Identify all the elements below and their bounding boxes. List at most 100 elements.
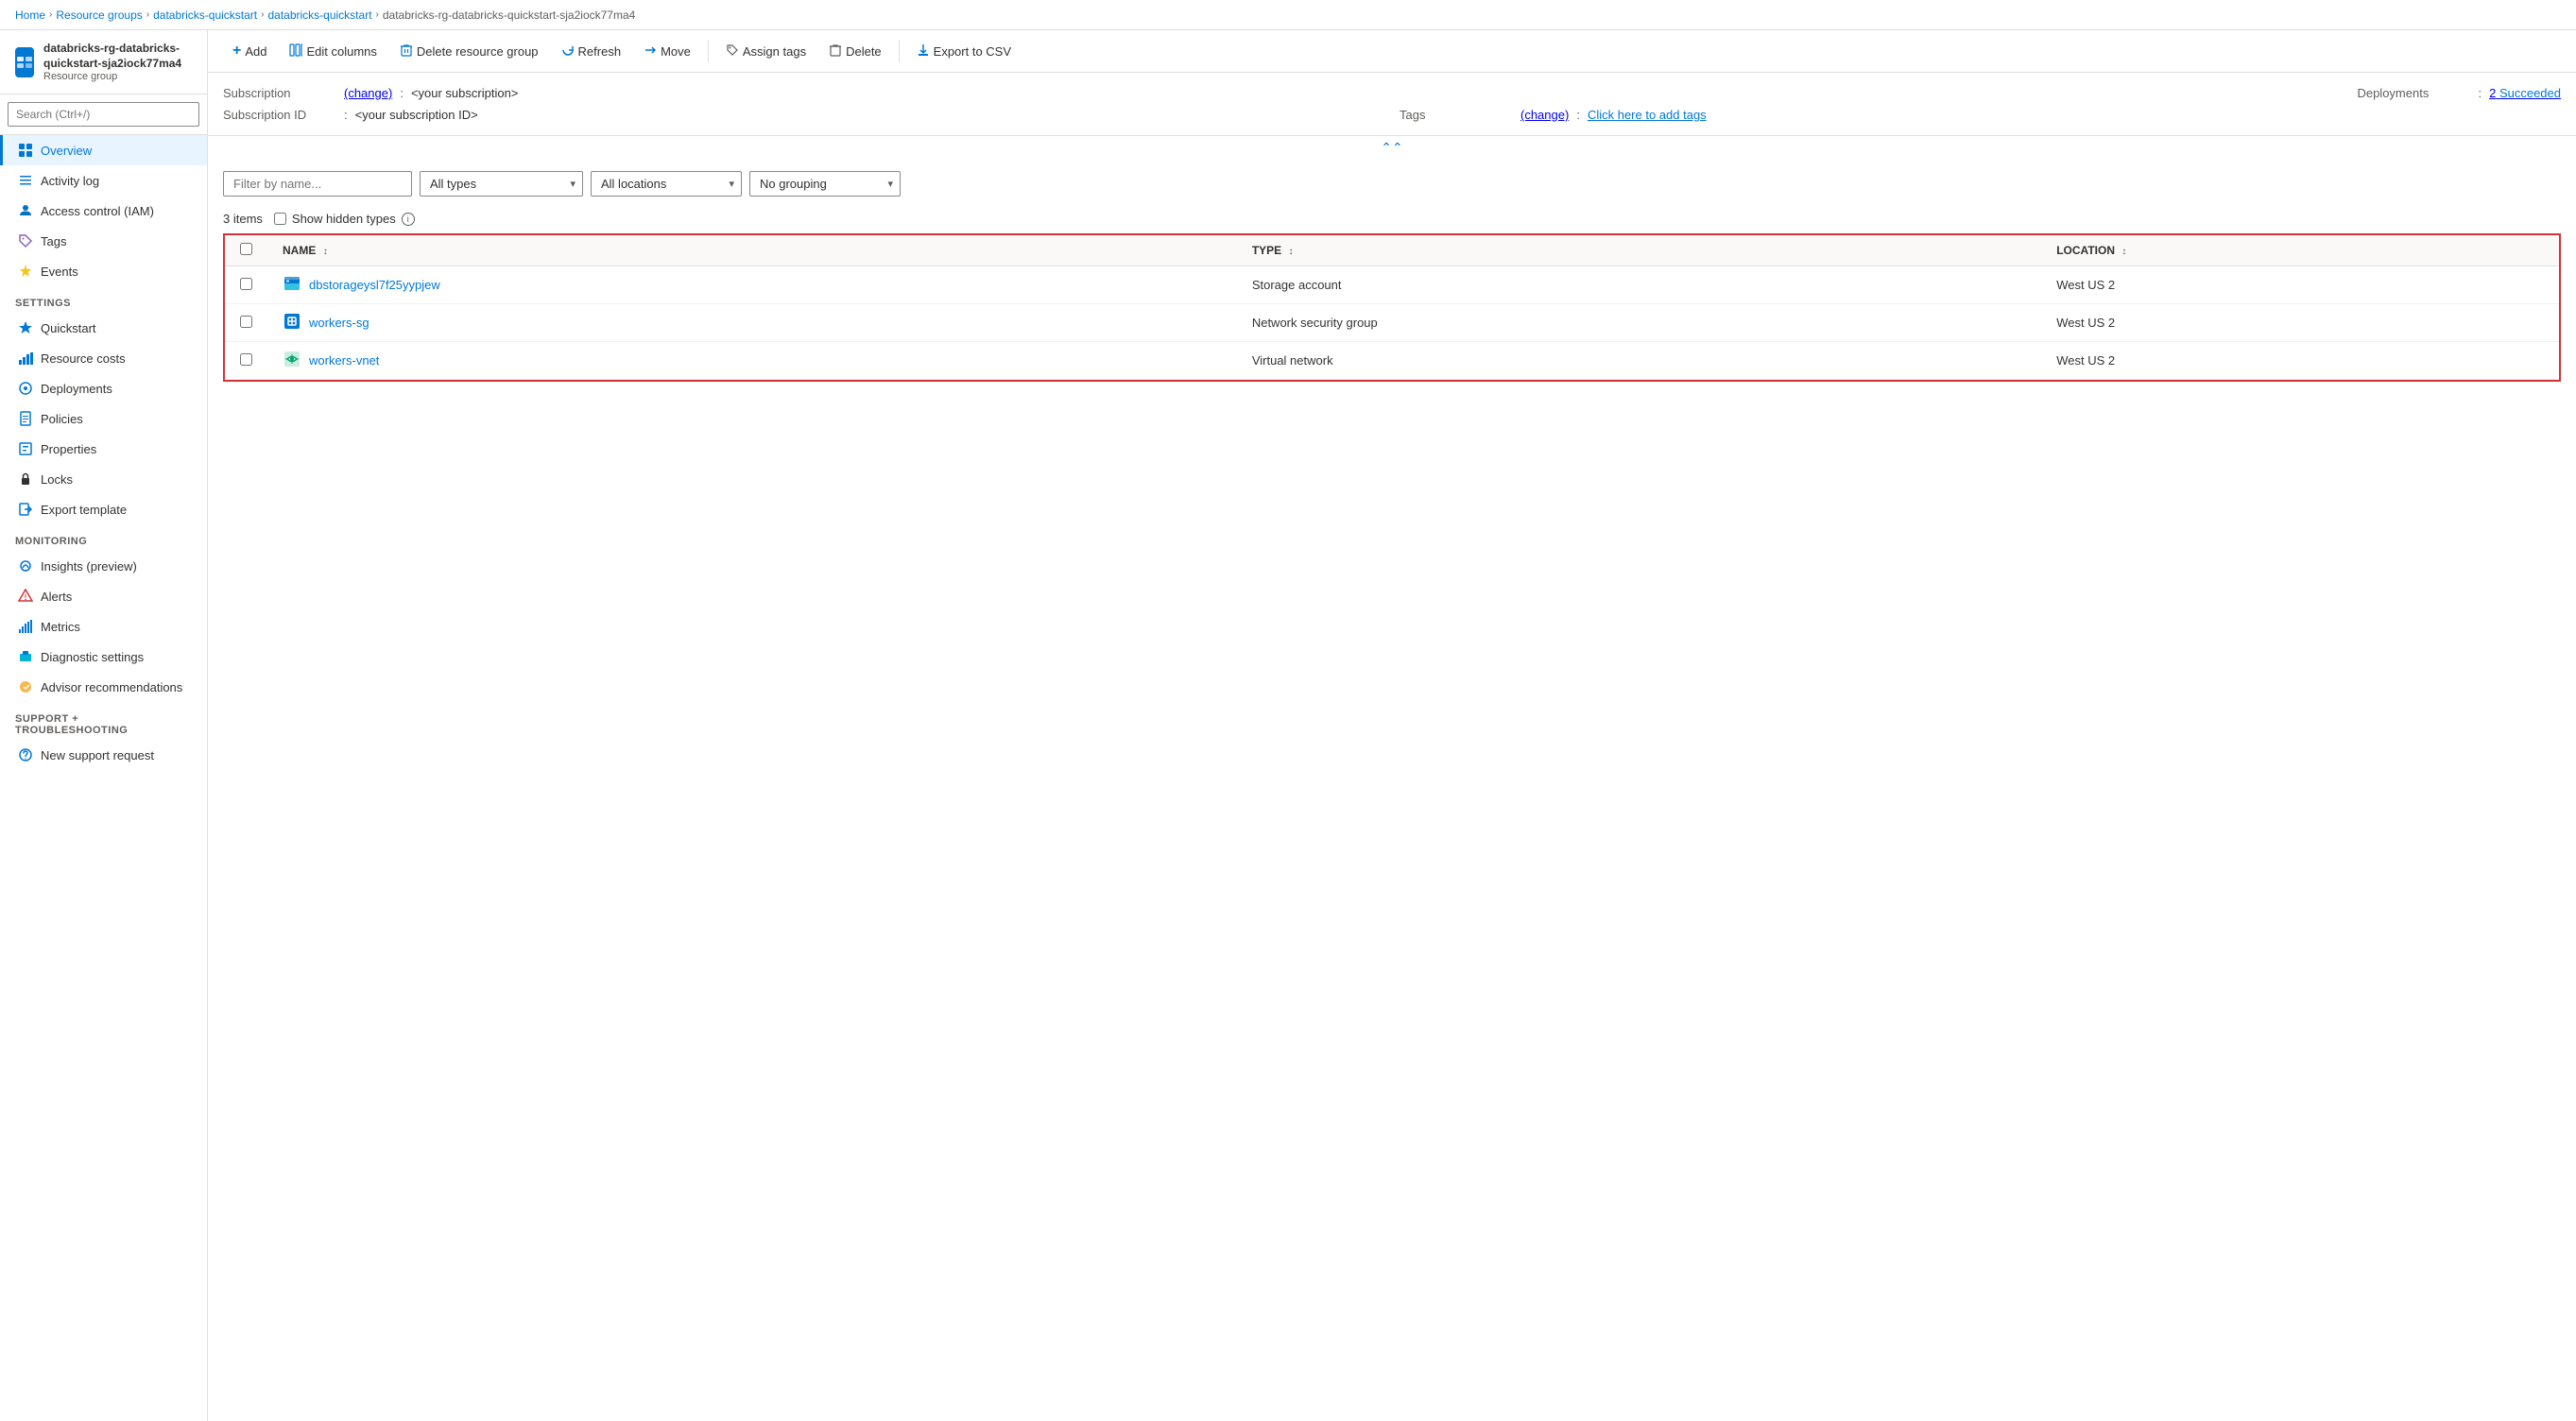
sidebar-item-overview[interactable]: Overview [0, 135, 207, 165]
location-filter-select[interactable]: All locations West US 2 East US [591, 171, 742, 197]
refresh-button[interactable]: Refresh [552, 39, 631, 64]
access-control-icon [18, 203, 33, 218]
sidebar-item-alerts[interactable]: Alerts [0, 581, 207, 611]
deployments-count-link[interactable]: 2 Succeeded [2489, 86, 2561, 100]
deployments-row: Deployments : 2 Succeeded [1400, 84, 2561, 102]
show-hidden-label[interactable]: Show hidden types [292, 212, 396, 226]
collapse-info-button[interactable]: ⌃⌃ [208, 136, 2576, 160]
row-select-checkbox[interactable] [240, 278, 252, 290]
resource-name-cell: workers-sg [267, 304, 1237, 342]
breadcrumb-home[interactable]: Home [15, 9, 45, 22]
resource-name-link[interactable]: dbstorageysl7f25yypjew [309, 278, 440, 292]
sidebar-item-tags[interactable]: Tags [0, 226, 207, 256]
location-sort-icon[interactable]: ↕ [2121, 247, 2126, 257]
sidebar-item-label-alerts: Alerts [41, 590, 72, 604]
diagnostic-settings-icon [18, 649, 33, 664]
type-filter-select[interactable]: All types Storage account Network securi… [420, 171, 583, 197]
sidebar-item-advisor-recommendations[interactable]: Advisor recommendations [0, 672, 207, 702]
items-count-label: 3 items [223, 212, 263, 226]
add-tags-link[interactable]: Click here to add tags [1588, 108, 1707, 122]
chevron-up-icon: ⌃⌃ [1381, 140, 1402, 156]
filter-bar: All types Storage account Network securi… [208, 160, 2576, 208]
sidebar-item-label-policies: Policies [41, 412, 83, 426]
add-button[interactable]: + Add [223, 38, 276, 64]
show-hidden-container: Show hidden types i [274, 212, 415, 226]
metrics-icon [18, 619, 33, 634]
main-content: + Add Edit columns [208, 30, 2576, 1421]
sidebar-search-input[interactable] [8, 102, 199, 127]
show-hidden-info-icon[interactable]: i [402, 213, 415, 226]
resource-location-cell: West US 2 [2041, 342, 2559, 380]
assign-tags-button[interactable]: Assign tags [716, 39, 816, 64]
resource-name-cell: dbstorageysl7f25yypjew [267, 266, 1237, 304]
sidebar-item-activity-log[interactable]: Activity log [0, 165, 207, 196]
sidebar-item-policies[interactable]: Policies [0, 403, 207, 434]
resource-group-icon [15, 47, 34, 77]
sidebar-item-label-metrics: Metrics [41, 620, 80, 634]
edit-columns-button[interactable]: Edit columns [280, 39, 386, 64]
delete-rg-button[interactable]: Delete resource group [390, 39, 548, 64]
show-hidden-checkbox[interactable] [274, 213, 286, 225]
sidebar-item-label-deployments: Deployments [41, 382, 112, 396]
insights-icon [18, 558, 33, 574]
resource-location-cell: West US 2 [2041, 266, 2559, 304]
export-csv-button[interactable]: Export to CSV [907, 39, 1021, 64]
resource-name-cell: workers-vnet [267, 342, 1237, 380]
row-select-checkbox[interactable] [240, 353, 252, 366]
delete-rg-icon [400, 43, 413, 60]
sidebar-item-properties[interactable]: Properties [0, 434, 207, 464]
resource-name-link[interactable]: workers-vnet [309, 353, 379, 368]
resource-location-cell: West US 2 [2041, 304, 2559, 342]
type-filter-wrapper: All types Storage account Network securi… [420, 171, 583, 197]
sidebar-resource-subtitle: Resource group [43, 71, 192, 82]
sidebar-item-label-overview: Overview [41, 144, 92, 158]
settings-section-label: Settings [0, 286, 207, 313]
activity-log-icon [18, 173, 33, 188]
delete-button[interactable]: Delete [819, 39, 891, 64]
sidebar-item-label-advisor-recommendations: Advisor recommendations [41, 680, 182, 694]
row-select-checkbox[interactable] [240, 316, 252, 328]
sidebar-item-quickstart[interactable]: Quickstart [0, 313, 207, 343]
resource-type-cell: Network security group [1237, 304, 2041, 342]
tags-change-link[interactable]: (change) [1520, 108, 1569, 122]
sidebar-item-new-support-request[interactable]: New support request [0, 740, 207, 770]
sidebar-item-label-properties: Properties [41, 442, 96, 456]
support-section-label: Support + troubleshooting [0, 702, 207, 740]
sidebar-item-diagnostic-settings[interactable]: Diagnostic settings [0, 642, 207, 672]
deployments-count: 2 [2489, 86, 2496, 100]
alerts-icon [18, 589, 33, 604]
table-row: workers-sg Network security group West U… [225, 304, 2559, 342]
move-button[interactable]: Move [634, 39, 700, 64]
monitoring-section-label: Monitoring [0, 524, 207, 551]
subscription-id-row: Subscription ID : <your subscription ID> [223, 106, 1384, 124]
sidebar-item-access-control[interactable]: Access control (IAM) [0, 196, 207, 226]
type-sort-icon[interactable]: ↕ [1289, 247, 1294, 257]
sidebar-item-label-tags: Tags [41, 234, 66, 248]
sidebar-item-export-template[interactable]: Export template [0, 494, 207, 524]
breadcrumb-current: databricks-rg-databricks-quickstart-sja2… [383, 9, 635, 22]
select-all-checkbox[interactable] [240, 243, 252, 255]
sidebar-item-metrics[interactable]: Metrics [0, 611, 207, 642]
name-sort-icon[interactable]: ↕ [323, 247, 328, 257]
sidebar-item-events[interactable]: Events [0, 256, 207, 286]
filter-by-name-input[interactable] [223, 171, 412, 197]
subscription-change-link[interactable]: (change) [344, 86, 392, 100]
sidebar: databricks-rg-databricks-quickstart-sja2… [0, 30, 208, 1421]
resource-name-link[interactable]: workers-sg [309, 316, 369, 330]
breadcrumb-databricks-quickstart-2[interactable]: databricks-quickstart [267, 9, 371, 22]
sidebar-item-label-activity-log: Activity log [41, 174, 99, 188]
refresh-icon [561, 43, 575, 60]
sidebar-item-locks[interactable]: Locks [0, 464, 207, 494]
resource-table: NAME ↕ TYPE ↕ LOCATION ↕ [225, 235, 2559, 380]
sidebar-item-insights[interactable]: Insights (preview) [0, 551, 207, 581]
sidebar-item-label-locks: Locks [41, 472, 73, 487]
sidebar-item-deployments[interactable]: Deployments [0, 373, 207, 403]
sidebar-item-label-diagnostic-settings: Diagnostic settings [41, 650, 144, 664]
breadcrumb-resource-groups[interactable]: Resource groups [56, 9, 142, 22]
breadcrumb-databricks-quickstart-1[interactable]: databricks-quickstart [153, 9, 257, 22]
sidebar-item-resource-costs[interactable]: Resource costs [0, 343, 207, 373]
new-support-request-icon [18, 747, 33, 762]
resource-type-cell: Virtual network [1237, 342, 2041, 380]
toolbar-divider-2 [899, 40, 900, 62]
grouping-filter-select[interactable]: No grouping Resource type Location Tag [749, 171, 901, 197]
